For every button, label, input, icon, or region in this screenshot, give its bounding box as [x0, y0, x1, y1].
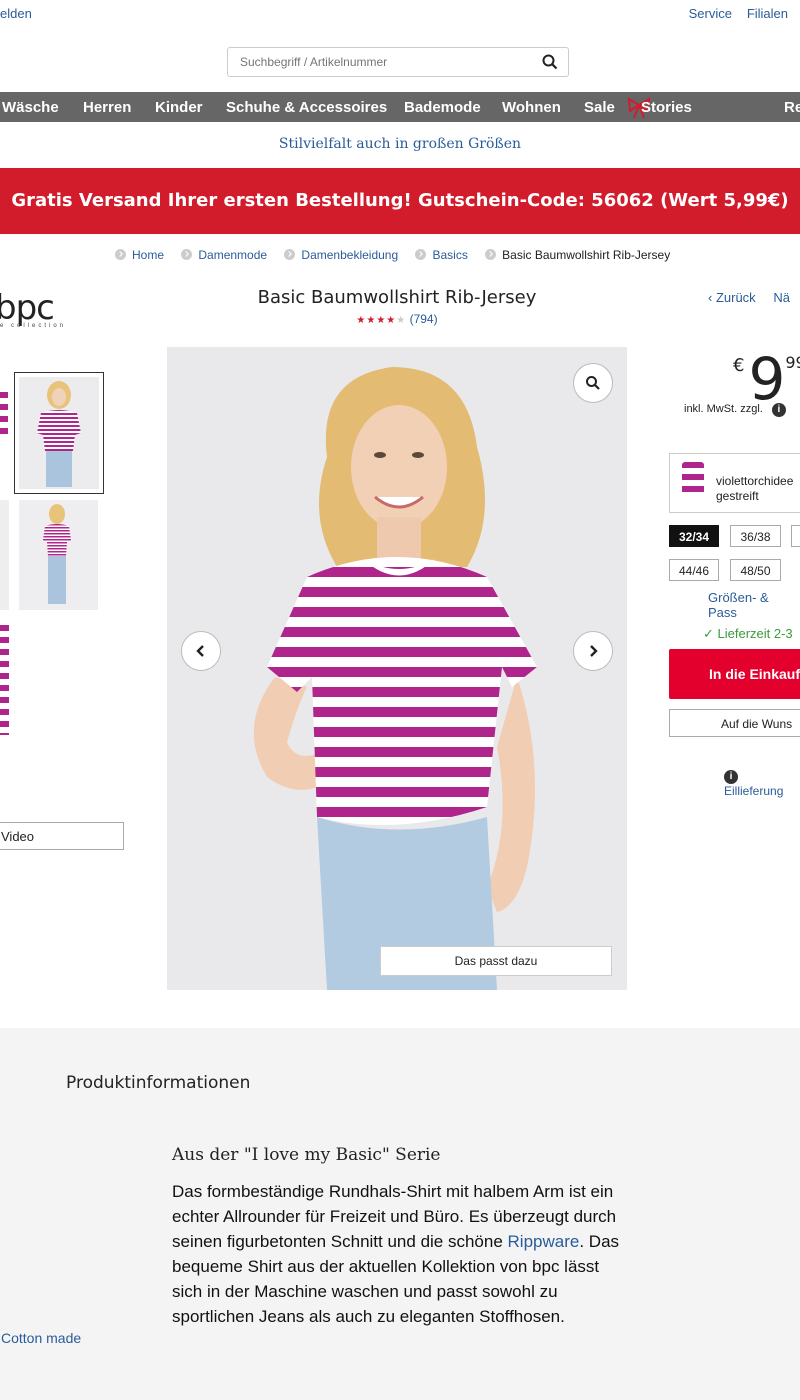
next-link[interactable]: Nä: [773, 290, 790, 305]
breadcrumb-damenbekleidung[interactable]: Damenbekleidung: [301, 248, 398, 262]
check-icon: ✓: [703, 626, 718, 641]
thumbnail-2[interactable]: [19, 500, 98, 610]
filialen-link[interactable]: Filialen: [747, 6, 788, 21]
add-to-cart-button[interactable]: In die Einkaufs: [669, 649, 800, 699]
zoom-icon: [586, 376, 600, 390]
search-input[interactable]: [238, 54, 532, 70]
brand-logo[interactable]: bpc: [0, 288, 55, 328]
search-box: [227, 47, 569, 77]
chevron-right-icon: [284, 249, 296, 260]
tagline: Stilvielfalt auch in großen Größen: [278, 136, 522, 152]
prev-image-button[interactable]: [181, 631, 221, 671]
price-currency: €: [733, 355, 745, 376]
promo-banner[interactable]: Gratis Versand Ihrer ersten Bestellung! …: [0, 168, 800, 234]
price-cents: 99: [785, 353, 800, 372]
zoom-button[interactable]: [573, 363, 613, 403]
top-bar: elden Service Filialen: [0, 0, 800, 30]
info-icon[interactable]: i: [771, 403, 786, 417]
match-button[interactable]: Das passt dazu: [380, 946, 612, 976]
chevron-right-icon: [115, 249, 126, 260]
chevron-left-icon: [196, 645, 204, 657]
info-icon: i: [724, 770, 738, 784]
cotton-made-link[interactable]: Cotton made: [1, 1330, 81, 1346]
wishlist-button[interactable]: Auf die Wuns: [669, 709, 800, 737]
nav-item-schuhe[interactable]: Schuhe & Accessoires: [226, 99, 387, 116]
size-36-38[interactable]: 36/38: [730, 525, 781, 547]
brand-tagline: e collection: [0, 323, 67, 329]
service-link[interactable]: Service: [689, 6, 732, 21]
chevron-left-icon: ‹: [708, 290, 716, 305]
back-link[interactable]: ‹ Zurück: [708, 290, 756, 305]
next-image-button[interactable]: [573, 631, 613, 671]
size-44-46[interactable]: 44/46: [669, 559, 719, 581]
search-icon[interactable]: [542, 54, 558, 70]
breadcrumb: Home Damenmode Damenbekleidung Basics Ba…: [115, 248, 684, 262]
size-32-34[interactable]: 32/34: [669, 525, 719, 547]
main-nav: Wäsche Herren Kinder Schuhe & Accessoire…: [0, 92, 800, 122]
thumbnail-partial[interactable]: [0, 392, 8, 436]
tax-info: inkl. MwSt. zzgl. i: [684, 403, 786, 417]
nav-item-wohnen[interactable]: Wohnen: [502, 99, 561, 116]
video-button[interactable]: Video: [0, 822, 124, 850]
nav-item-more[interactable]: Re: [784, 99, 800, 116]
breadcrumb-current: Basic Baumwollshirt Rib-Jersey: [502, 248, 671, 262]
rating-stars: ★★★★★: [356, 315, 407, 326]
product-image[interactable]: [167, 347, 627, 990]
nav-item-bademode[interactable]: Bademode: [404, 99, 481, 116]
breadcrumb-basics[interactable]: Basics: [432, 248, 467, 262]
thumbnail-partial-3[interactable]: [0, 625, 9, 735]
product-description: Das formbeständige Rundhals-Shirt mit ha…: [172, 1182, 620, 1326]
size-48-50[interactable]: 48/50: [730, 559, 781, 581]
product-info-subheading: Aus der "I love my Basic" Serie: [172, 1145, 441, 1165]
chevron-right-icon: [415, 249, 427, 260]
breadcrumb-home[interactable]: Home: [132, 248, 164, 262]
express-delivery[interactable]: iEillieferung: [724, 768, 800, 798]
product-title: Basic Baumwollshirt Rib-Jersey: [257, 287, 537, 308]
color-selector[interactable]: violettorchidee gestreift: [669, 453, 800, 513]
nav-item-waesche[interactable]: Wäsche: [2, 99, 59, 116]
nav-item-sale[interactable]: Sale: [584, 99, 615, 116]
rating-count[interactable]: (794): [410, 312, 438, 326]
color-swatch: [682, 462, 704, 498]
chevron-right-icon: [485, 249, 497, 260]
size-next[interactable]: [791, 525, 800, 547]
nav-item-herren[interactable]: Herren: [83, 99, 131, 116]
product-photo: [253, 367, 537, 990]
chevron-right-icon: [181, 249, 193, 260]
product-rating[interactable]: ★★★★★ (794): [167, 312, 627, 326]
nav-item-kinder[interactable]: Kinder: [155, 99, 203, 116]
thumbnail-partial-2[interactable]: [0, 500, 9, 610]
product-info-heading: Produktinformationen: [66, 1073, 251, 1093]
thumbnail-selected[interactable]: [14, 372, 104, 494]
breadcrumb-damenmode[interactable]: Damenmode: [198, 248, 267, 262]
size-chart-link[interactable]: Größen- & Pass: [708, 590, 800, 620]
prev-next-nav: ‹ Zurück Nä: [708, 290, 790, 305]
color-name-line1: violettorchidee: [716, 474, 794, 488]
rippware-link[interactable]: Rippware: [508, 1232, 580, 1251]
color-name-line2: gestreift: [716, 489, 759, 503]
delivery-info: ✓ Lieferzeit 2-3: [703, 626, 793, 641]
chevron-right-icon: [590, 645, 598, 657]
nav-item-stories[interactable]: Stories: [641, 99, 692, 116]
account-link[interactable]: elden: [0, 6, 32, 21]
